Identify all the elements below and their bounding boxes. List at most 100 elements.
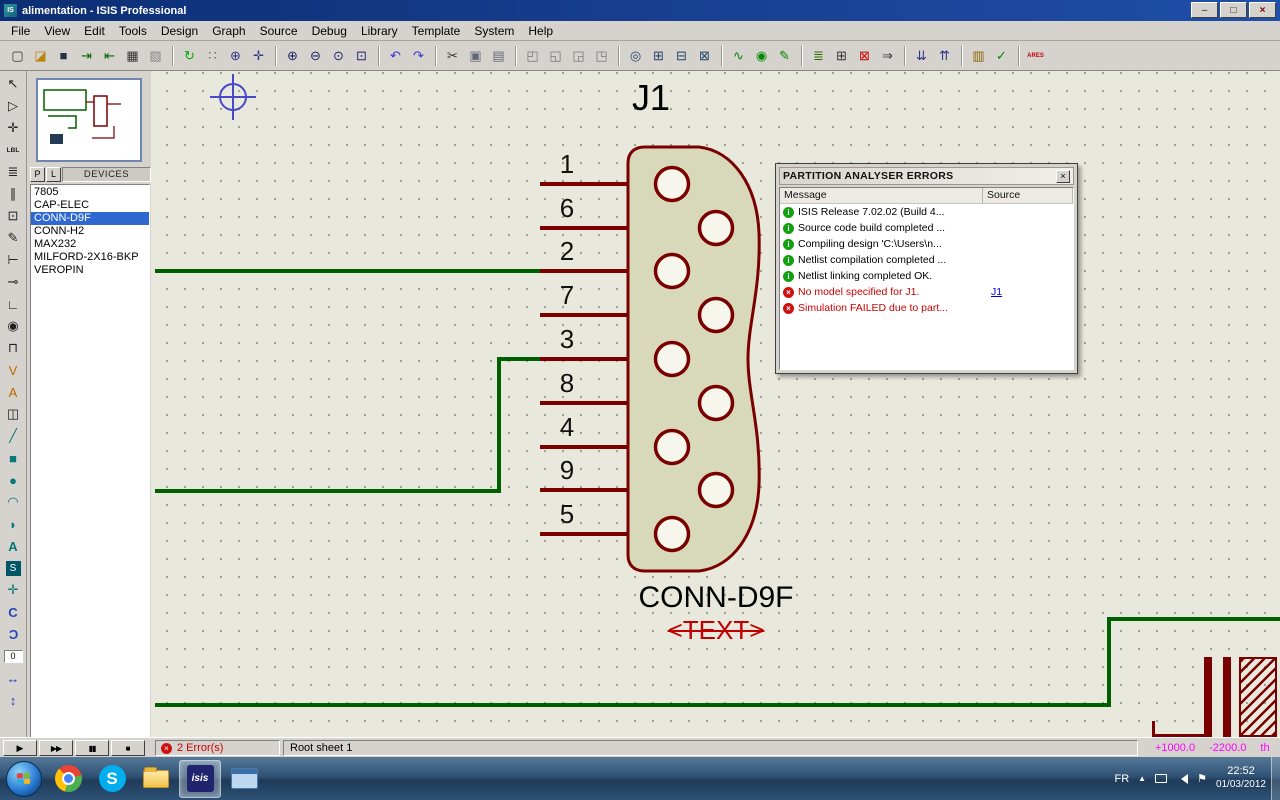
new-sheet-icon[interactable]: ⊞ bbox=[831, 45, 852, 66]
text-placeholder-label[interactable]: <TEXT> bbox=[631, 615, 801, 646]
zoom-out-icon[interactable]: ⊖ bbox=[305, 45, 326, 66]
new-file-icon[interactable]: ▢ bbox=[7, 45, 28, 66]
return-parent-icon[interactable]: ⇈ bbox=[934, 45, 955, 66]
component-ref-label[interactable]: J1 bbox=[606, 77, 696, 119]
menu-template[interactable]: Template bbox=[405, 22, 468, 40]
error-count-panel[interactable]: × 2 Error(s) bbox=[155, 740, 280, 756]
packaging-tool-icon[interactable]: ⊟ bbox=[671, 45, 692, 66]
minimize-button[interactable]: – bbox=[1191, 2, 1218, 18]
print-icon[interactable]: ▦ bbox=[122, 45, 143, 66]
bill-of-materials-icon[interactable]: ▥ bbox=[968, 45, 989, 66]
mirror-vertical-icon[interactable]: ↕ bbox=[2, 689, 25, 711]
volume-icon[interactable] bbox=[1176, 773, 1189, 784]
rotation-angle-field[interactable]: 0 bbox=[2, 645, 25, 667]
maximize-button[interactable]: □ bbox=[1220, 2, 1247, 18]
pin-line[interactable] bbox=[540, 226, 628, 230]
generator-mode-icon[interactable]: ⊓ bbox=[2, 337, 25, 359]
pin-line[interactable] bbox=[540, 445, 628, 449]
selection-pointer-icon[interactable]: ↖ bbox=[2, 73, 25, 95]
device-item[interactable]: MILFORD-2X16-BKP bbox=[31, 251, 149, 264]
menu-source[interactable]: Source bbox=[253, 22, 305, 40]
column-header-source[interactable]: Source bbox=[983, 188, 1073, 203]
tape-recorder-mode-icon[interactable]: ◉ bbox=[2, 315, 25, 337]
2d-arc-icon[interactable]: ◠ bbox=[2, 491, 25, 513]
error-row[interactable]: i Source code build completed ... bbox=[780, 220, 1073, 236]
schematic-overview[interactable] bbox=[36, 78, 142, 162]
error-window-titlebar[interactable]: PARTITION ANALYSER ERRORS × bbox=[779, 167, 1074, 185]
graph-mode-icon[interactable]: ∟ bbox=[2, 293, 25, 315]
wire[interactable] bbox=[155, 489, 501, 493]
schematic-canvas[interactable]: 1 6 2 7 3 8 4 9 5 J1 CONN-D9F <TEXT> bbox=[151, 71, 1280, 737]
device-item[interactable]: MAX232 bbox=[31, 238, 149, 251]
partial-component-hatch[interactable] bbox=[1239, 657, 1277, 737]
device-pin-mode-icon[interactable]: ⊸ bbox=[2, 271, 25, 293]
wire[interactable] bbox=[497, 357, 544, 361]
wire-autorouter-icon[interactable]: ∿ bbox=[728, 45, 749, 66]
menu-graph[interactable]: Graph bbox=[205, 22, 252, 40]
pick-device-icon[interactable]: ◎ bbox=[625, 45, 646, 66]
menu-file[interactable]: File bbox=[4, 22, 37, 40]
redraw-icon[interactable]: ↻ bbox=[179, 45, 200, 66]
error-row[interactable]: × Simulation FAILED due to part... bbox=[780, 300, 1073, 316]
error-window-close-icon[interactable]: × bbox=[1056, 169, 1070, 183]
pin-line[interactable] bbox=[540, 532, 628, 536]
2d-circle-icon[interactable]: ● bbox=[2, 469, 25, 491]
block-delete-icon[interactable]: ◳ bbox=[591, 45, 612, 66]
property-assignment-icon[interactable]: ✎ bbox=[774, 45, 795, 66]
import-section-icon[interactable]: ⇥ bbox=[76, 45, 97, 66]
close-button[interactable]: × bbox=[1249, 2, 1276, 18]
menu-help[interactable]: Help bbox=[521, 22, 560, 40]
pin-line[interactable] bbox=[540, 357, 628, 361]
paste-icon[interactable]: ▤ bbox=[488, 45, 509, 66]
save-icon[interactable]: ■ bbox=[53, 45, 74, 66]
pick-button[interactable]: P bbox=[30, 166, 45, 182]
instant-edit-mode-icon[interactable]: ✎ bbox=[2, 227, 25, 249]
remove-sheet-icon[interactable]: ⊠ bbox=[854, 45, 875, 66]
taskbar-skype-icon[interactable]: S bbox=[91, 760, 133, 798]
goto-sheet-icon[interactable]: ⇒ bbox=[877, 45, 898, 66]
open-icon[interactable]: ◪ bbox=[30, 45, 51, 66]
subcircuit-mode-icon[interactable]: ⊡ bbox=[2, 205, 25, 227]
pin-line[interactable] bbox=[540, 269, 628, 273]
x-cursor-icon[interactable]: ✛ bbox=[248, 45, 269, 66]
origin-icon[interactable]: ⊕ bbox=[225, 45, 246, 66]
device-item-selected[interactable]: CONN-D9F bbox=[31, 212, 149, 225]
action-center-flag-icon[interactable]: ⚑ bbox=[1197, 772, 1207, 785]
error-row[interactable]: i Netlist compilation completed ... bbox=[780, 252, 1073, 268]
virtual-instrument-mode-icon[interactable]: ◫ bbox=[2, 403, 25, 425]
2d-box-icon[interactable]: ■ bbox=[2, 447, 25, 469]
2d-marker-icon[interactable]: ✛ bbox=[2, 579, 25, 601]
terminal-mode-icon[interactable]: ⊢ bbox=[2, 249, 25, 271]
2d-path-icon[interactable]: ◗ bbox=[2, 513, 25, 535]
wire[interactable] bbox=[155, 703, 1111, 707]
wire[interactable] bbox=[1107, 617, 1280, 621]
step-button[interactable]: ▶▶ bbox=[39, 740, 73, 756]
error-row[interactable]: i Netlist linking completed OK. bbox=[780, 268, 1073, 284]
menu-design[interactable]: Design bbox=[154, 22, 205, 40]
pin-line[interactable] bbox=[540, 182, 628, 186]
partial-component[interactable] bbox=[1204, 657, 1212, 737]
menu-view[interactable]: View bbox=[37, 22, 77, 40]
tray-expand-icon[interactable]: ▲ bbox=[1138, 774, 1146, 783]
wire[interactable] bbox=[155, 269, 541, 273]
undo-icon[interactable]: ↶ bbox=[385, 45, 406, 66]
stop-button[interactable]: ■ bbox=[111, 740, 145, 756]
device-item[interactable]: CAP-ELEC bbox=[31, 199, 149, 212]
menu-library[interactable]: Library bbox=[354, 22, 405, 40]
pin-line[interactable] bbox=[540, 401, 628, 405]
export-section-icon[interactable]: ⇤ bbox=[99, 45, 120, 66]
component-value-label[interactable]: CONN-D9F bbox=[601, 581, 831, 615]
2d-symbol-icon[interactable]: S bbox=[2, 557, 25, 579]
text-script-mode-icon[interactable]: ≣ bbox=[2, 161, 25, 183]
error-source-link[interactable]: J1 bbox=[983, 286, 1002, 298]
library-button[interactable]: L bbox=[46, 166, 61, 182]
bus-mode-icon[interactable]: ∥ bbox=[2, 183, 25, 205]
component-mode-icon[interactable]: ▷ bbox=[2, 95, 25, 117]
mirror-horizontal-icon[interactable]: ↔ bbox=[2, 667, 25, 689]
error-row[interactable]: i Compiling design 'C:\Users\n... bbox=[780, 236, 1073, 252]
voltage-probe-mode-icon[interactable]: V bbox=[2, 359, 25, 381]
column-header-message[interactable]: Message bbox=[780, 188, 983, 203]
toggle-grid-icon[interactable]: ∷ bbox=[202, 45, 223, 66]
wire[interactable] bbox=[1107, 617, 1111, 707]
show-desktop-button[interactable] bbox=[1271, 757, 1280, 800]
